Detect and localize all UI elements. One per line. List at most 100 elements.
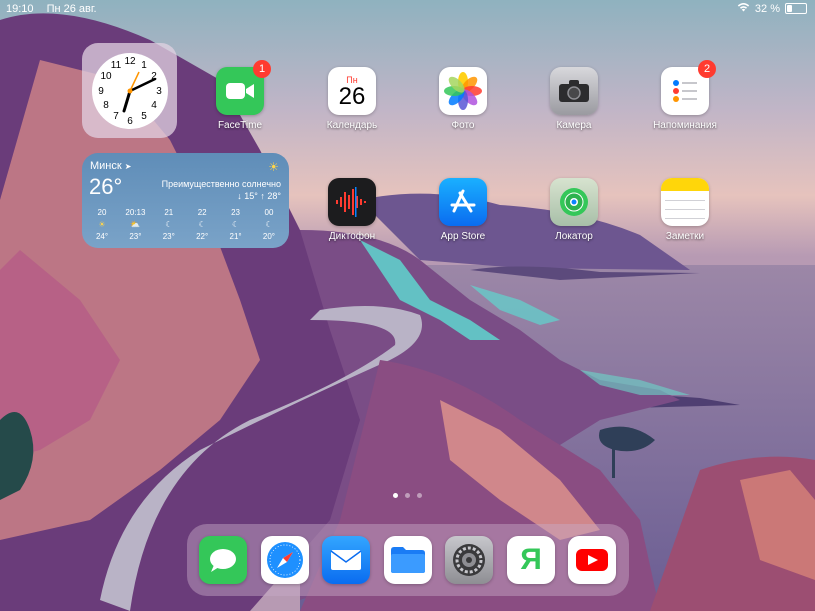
app-facetime[interactable]: 1 FaceTime (198, 60, 282, 131)
notification-badge: 2 (698, 60, 716, 78)
forecast-item: 22 ☾ 22° (188, 207, 216, 243)
page-indicator[interactable] (0, 493, 815, 498)
app-label: Напоминания (653, 120, 717, 131)
forecast-time: 23 (231, 208, 241, 217)
svg-text:5: 5 (141, 111, 147, 122)
battery-icon (785, 3, 807, 14)
moon-icon: ☾ (265, 220, 273, 229)
dock-app-mail[interactable] (322, 536, 370, 584)
files-icon (384, 536, 432, 584)
forecast-time: 20 (97, 208, 107, 217)
sun-icon: ☀ (98, 220, 106, 229)
wifi-icon (737, 2, 750, 15)
dock-app-yandex[interactable]: Я (507, 536, 555, 584)
forecast-time: 20:13 (125, 208, 146, 217)
camera-icon (550, 67, 598, 115)
sunset-icon: ⛅ (130, 220, 141, 229)
safari-icon (261, 536, 309, 584)
app-label: Календарь (326, 120, 378, 131)
app-store-icon (439, 178, 487, 226)
clock-widget[interactable]: 12 1 2 3 4567 8 9 10 11 (82, 43, 177, 138)
app-label: Диктофон (328, 231, 376, 242)
reminders-icon: 2 (661, 60, 716, 115)
status-bar: 19:10 Пн 26 авг. 32 % (0, 0, 815, 18)
dock-app-messages[interactable] (199, 536, 247, 584)
settings-icon (445, 536, 493, 584)
forecast-temp: 22° (196, 232, 209, 241)
dock: Я (187, 524, 629, 596)
facetime-icon: 1 (216, 60, 271, 115)
page-dot[interactable] (393, 493, 398, 498)
app-camera[interactable]: Камера (532, 67, 616, 131)
svg-text:4: 4 (151, 100, 157, 111)
dock-app-files[interactable] (384, 536, 432, 584)
forecast-temp: 24° (95, 232, 109, 241)
hourly-forecast: 20 ☀ 24° 20:13 ⛅ 23° 21 ☾ 23° 22 ☾ 22° 2… (88, 207, 283, 243)
app-label: App Store (440, 231, 486, 242)
notification-badge: 1 (253, 60, 271, 78)
messages-icon (199, 536, 247, 584)
weather-temp: 26° (89, 174, 123, 199)
forecast-time: 00 (264, 208, 274, 217)
app-label: FaceTime (217, 120, 263, 131)
forecast-item: 00 ☾ 20° (255, 207, 283, 243)
photos-icon (439, 67, 487, 115)
svg-text:8: 8 (103, 100, 109, 111)
svg-text:6: 6 (127, 116, 133, 127)
weather-hi-lo: ↓ 15° ↑ 28° (237, 191, 281, 201)
page-dot[interactable] (417, 493, 422, 498)
find-my-icon (550, 178, 598, 226)
weather-condition: Преимущественно солнечно (161, 179, 281, 189)
app-label: Камера (556, 120, 592, 131)
forecast-temp: 23° (162, 232, 175, 241)
dock-app-settings[interactable] (445, 536, 493, 584)
svg-text:1: 1 (141, 60, 147, 71)
mail-icon (322, 536, 370, 584)
app-voice-memos[interactable]: Диктофон (310, 178, 394, 242)
weather-widget[interactable]: Минск ➤ 26° ☀ Преимущественно солнечно ↓… (82, 153, 289, 248)
moon-icon: ☾ (198, 220, 206, 229)
svg-text:9: 9 (98, 86, 104, 97)
forecast-item: 23 ☾ 21° (222, 207, 250, 243)
svg-text:3: 3 (156, 86, 162, 97)
status-date: Пн 26 авг. (46, 3, 97, 15)
app-label: Заметки (665, 231, 705, 242)
app-photos[interactable]: Фото (421, 67, 505, 131)
app-app-store[interactable]: App Store (421, 178, 505, 242)
svg-text:10: 10 (100, 71, 112, 82)
forecast-time: 22 (197, 208, 207, 217)
app-reminders[interactable]: 2 Напоминания (643, 60, 727, 131)
battery-level (787, 5, 792, 12)
forecast-temp: 21° (229, 232, 242, 241)
youtube-icon (568, 536, 616, 584)
app-notes[interactable]: Заметки (643, 178, 727, 242)
weather-city-label: Минск (90, 160, 122, 172)
svg-text:12: 12 (124, 56, 136, 67)
app-label: Фото (451, 120, 475, 131)
moon-icon: ☾ (165, 220, 173, 229)
dock-app-youtube[interactable] (568, 536, 616, 584)
app-calendar[interactable]: Пн 26 Календарь (310, 67, 394, 131)
voice-memos-icon (328, 178, 376, 226)
sun-icon: ☀ (268, 160, 279, 174)
calendar-icon: Пн 26 (328, 67, 376, 115)
moon-icon: ☾ (231, 220, 240, 229)
svg-text:11: 11 (110, 60, 121, 71)
forecast-temp: 23° (129, 232, 142, 241)
forecast-item: 20 ☀ 24° (88, 207, 116, 243)
forecast-item: 21 ☾ 23° (155, 207, 183, 243)
dock-app-safari[interactable] (261, 536, 309, 584)
calendar-day-number: 26 (338, 83, 366, 110)
notes-icon (661, 178, 709, 226)
status-time: 19:10 (6, 3, 34, 15)
battery-percent: 32 % (754, 2, 780, 15)
weather-city: Минск ➤ (90, 160, 131, 172)
app-label: Локатор (555, 231, 593, 242)
svg-text:7: 7 (113, 111, 119, 122)
analog-clock-face: 12 123 4567 891011 (91, 52, 168, 129)
forecast-time: 21 (164, 208, 174, 217)
location-arrow-icon: ➤ (124, 162, 132, 171)
app-find-my[interactable]: Локатор (532, 178, 616, 242)
page-dot[interactable] (405, 493, 410, 498)
forecast-item: 20:13 ⛅ 23° (121, 207, 149, 243)
